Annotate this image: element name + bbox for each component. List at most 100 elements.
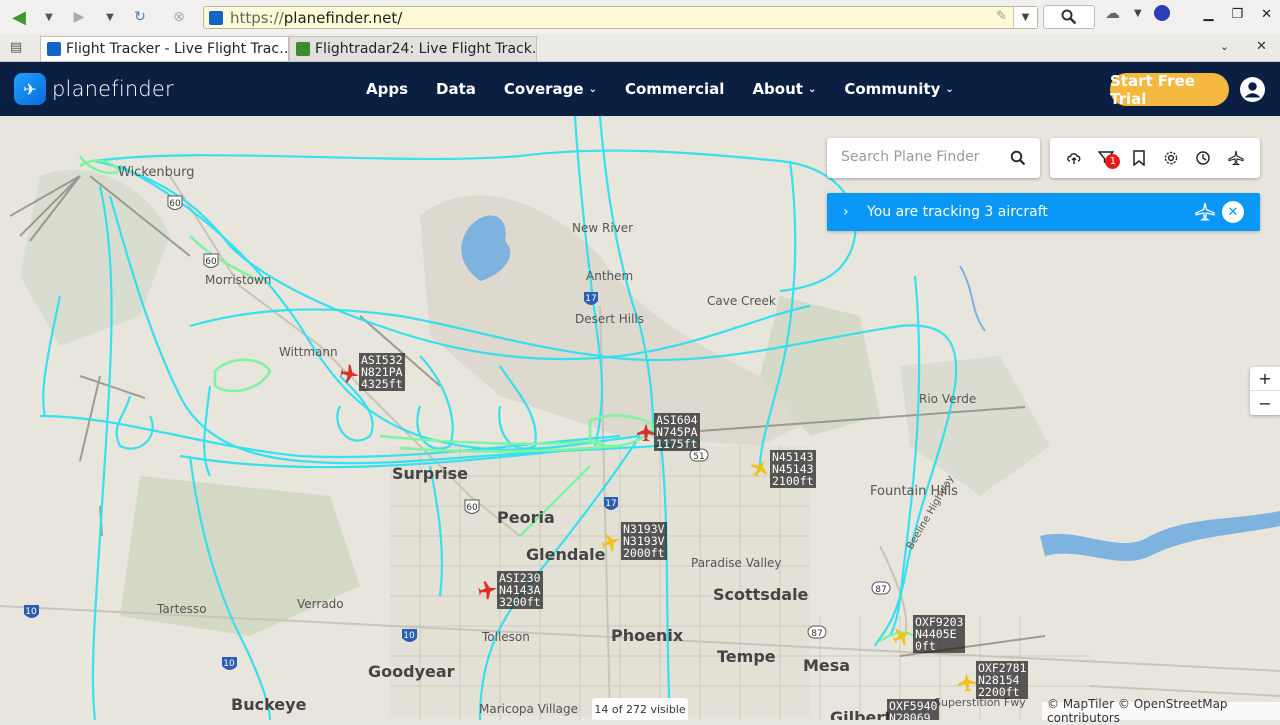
zoom-in-button[interactable]: + [1250, 367, 1280, 391]
aircraft-label[interactable]: OXF5940 N28069 [887, 699, 940, 720]
search-panel [827, 138, 1040, 178]
nav-about[interactable]: About ⌄ [752, 80, 816, 98]
interstate-10-shield: 10 [222, 657, 237, 670]
tracking-banner[interactable]: › You are tracking 3 aircraft ✕ [827, 193, 1260, 231]
tab-planefinder[interactable]: Flight Tracker - Live Flight Trac… [40, 36, 289, 61]
chevron-down-icon: ⌄ [807, 83, 817, 95]
logo-text: planefinder [52, 77, 174, 101]
aircraft-label[interactable]: N45143 N45143 2100ft [770, 450, 816, 488]
settings-gear-icon[interactable] [1161, 148, 1181, 168]
browser-toolbar: ◀ ▼ ▶ ▼ ↻ ⊗ https:// planefinder.net/ ✎ … [0, 0, 1280, 34]
url-field[interactable]: https:// planefinder.net/ ✎ ▼ [203, 6, 1038, 29]
place-label: Gilbert [830, 708, 892, 720]
nav-data[interactable]: Data [436, 80, 476, 98]
chevron-down-icon: ⌄ [588, 83, 597, 95]
visible-aircraft-count: 14 of 272 visible [592, 698, 688, 720]
zoom-out-button[interactable]: − [1250, 391, 1280, 415]
reload-icon[interactable]: ↻ [127, 4, 153, 30]
place-label: Buckeye [231, 695, 307, 714]
map-tools: 1 [1050, 138, 1260, 178]
browser-search-button[interactable] [1043, 5, 1095, 29]
nav-community[interactable]: Community ⌄ [844, 80, 953, 98]
route-87-shield: 87 [807, 625, 827, 639]
user-account-icon[interactable] [1240, 77, 1265, 102]
search-input[interactable] [841, 146, 1001, 168]
url-history-dropdown-icon[interactable]: ▼ [1013, 7, 1037, 28]
place-label: Mesa [803, 656, 851, 675]
svg-text:17: 17 [585, 294, 596, 304]
plane-logo-icon: ✈ [14, 73, 46, 105]
place-label: Goodyear [368, 662, 455, 681]
aircraft-label[interactable]: ASI604 N745PA 1175ft [654, 413, 700, 451]
flightradar-favicon-icon [296, 42, 310, 56]
svg-text:87: 87 [875, 585, 886, 595]
route-60-shield: 60 [167, 195, 183, 210]
aircraft-label[interactable]: N3193V N3193V 2000ft [621, 522, 667, 560]
url-scheme: https:// [230, 8, 284, 27]
interstate-17-shield: 17 [604, 497, 618, 510]
back-history-icon[interactable]: ▼ [36, 4, 62, 30]
upload-cloud-icon[interactable] [1064, 148, 1084, 168]
filter-count-badge: 1 [1105, 154, 1121, 169]
tab-overflow-chevron-icon[interactable]: ⌄ [1220, 40, 1229, 53]
history-clock-icon[interactable] [1193, 148, 1213, 168]
svg-text:51: 51 [693, 452, 704, 462]
nav-commercial[interactable]: Commercial [625, 80, 724, 98]
planefinder-favicon-icon [47, 42, 61, 56]
svg-text:10: 10 [25, 607, 37, 617]
svg-text:10: 10 [223, 659, 235, 669]
chevron-down-icon: ⌄ [945, 83, 954, 95]
place-label: Cave Creek [707, 294, 776, 308]
svg-text:17: 17 [605, 499, 616, 509]
close-window-icon[interactable]: ✕ [1261, 7, 1272, 22]
start-free-trial-button[interactable]: Start Free Trial [1110, 72, 1229, 108]
aircraft-label[interactable]: OXF2781 N28154 2200ft [976, 661, 1029, 699]
search-icon[interactable] [1010, 150, 1026, 166]
tab-flightradar24[interactable]: Flightradar24: Live Flight Track… [289, 36, 537, 61]
route-60-shield: 60 [464, 499, 480, 514]
tab-list-icon[interactable]: ▤ [10, 40, 22, 55]
maximize-icon[interactable]: ❐ [1231, 7, 1243, 22]
minimize-icon[interactable]: ▁ [1203, 7, 1213, 22]
tab-title: Flightradar24: Live Flight Track… [315, 41, 537, 57]
stop-icon[interactable]: ⊗ [166, 4, 192, 30]
forward-history-icon[interactable]: ▼ [97, 4, 123, 30]
place-label: Rio Verde [919, 392, 977, 406]
filter-icon[interactable]: 1 [1096, 148, 1121, 169]
chevron-right-icon[interactable]: › [843, 204, 857, 220]
place-label: New River [572, 221, 634, 235]
back-icon[interactable]: ◀ [6, 4, 32, 30]
planefinder-logo[interactable]: ✈ planefinder [14, 73, 174, 105]
aircraft-label[interactable]: ASI230 N4143A 3200ft [497, 571, 543, 609]
extension-hat-icon[interactable]: ☁ [1105, 4, 1120, 22]
aircraft-label[interactable]: ASI532 N821PA 4325ft [359, 353, 405, 391]
place-label: Paradise Valley [691, 556, 782, 570]
svg-text:10: 10 [403, 631, 415, 641]
aircraft-label[interactable]: OXF9203 N4405E 0ft [913, 615, 966, 653]
site-favicon-icon [209, 10, 223, 25]
tab-title: Flight Tracker - Live Flight Trac… [66, 41, 289, 57]
magnifier-icon [1061, 9, 1077, 25]
place-label: Glendale [526, 545, 606, 564]
close-icon[interactable]: ✕ [1222, 201, 1244, 223]
place-label: Morristown [205, 273, 272, 287]
forward-icon[interactable]: ▶ [66, 4, 92, 30]
place-label: Desert Hills [575, 312, 644, 326]
place-label: Wittmann [279, 345, 338, 359]
route-60-shield: 60 [203, 253, 219, 268]
route-87-shield: 87 [871, 581, 891, 595]
bookmark-icon[interactable] [1129, 148, 1149, 168]
place-label: Scottsdale [713, 585, 809, 604]
map-attribution[interactable]: © MapTiler © OpenStreetMap contributors [1042, 697, 1280, 725]
place-label: Phoenix [611, 626, 684, 645]
nav-apps[interactable]: Apps [366, 80, 408, 98]
flight-plane-icon[interactable] [1226, 148, 1246, 168]
interstate-17-shield: 17 [584, 292, 598, 305]
svg-text:60: 60 [169, 199, 181, 209]
extension-menu-icon[interactable]: ▼ [1134, 8, 1142, 19]
interstate-10-shield: 10 [402, 629, 417, 642]
nav-coverage[interactable]: Coverage ⌄ [504, 80, 597, 98]
bookmark-feather-icon[interactable]: ✎ [996, 9, 1007, 24]
close-tab-icon[interactable]: ✕ [1256, 39, 1267, 54]
extension-globe-icon[interactable] [1153, 5, 1170, 21]
